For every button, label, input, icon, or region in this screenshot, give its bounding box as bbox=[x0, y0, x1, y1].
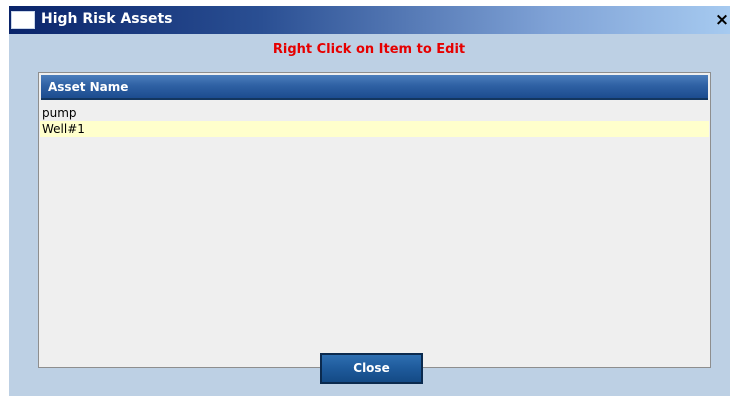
list-header[interactable]: Asset Name bbox=[41, 75, 708, 100]
list-item-selected[interactable]: Well#1 bbox=[40, 121, 709, 137]
window-icon bbox=[11, 11, 35, 29]
list-item[interactable]: pump bbox=[40, 105, 709, 121]
instruction-text: Right Click on Item to Edit bbox=[272, 42, 466, 57]
asset-list[interactable]: Asset Name pump Well#1 bbox=[38, 72, 711, 368]
dialog-body: Right Click on Item to Edit Asset Name p… bbox=[9, 34, 730, 396]
high-risk-assets-dialog: High Risk Assets × Right Click on Item t… bbox=[0, 0, 730, 396]
asset-rows: pump Well#1 bbox=[40, 105, 709, 137]
window-title: High Risk Assets bbox=[41, 11, 173, 27]
title-bar[interactable]: High Risk Assets × bbox=[9, 6, 730, 34]
close-button[interactable]: Close bbox=[320, 353, 423, 384]
close-icon[interactable]: × bbox=[714, 10, 730, 30]
column-header-asset-name: Asset Name bbox=[48, 80, 129, 94]
